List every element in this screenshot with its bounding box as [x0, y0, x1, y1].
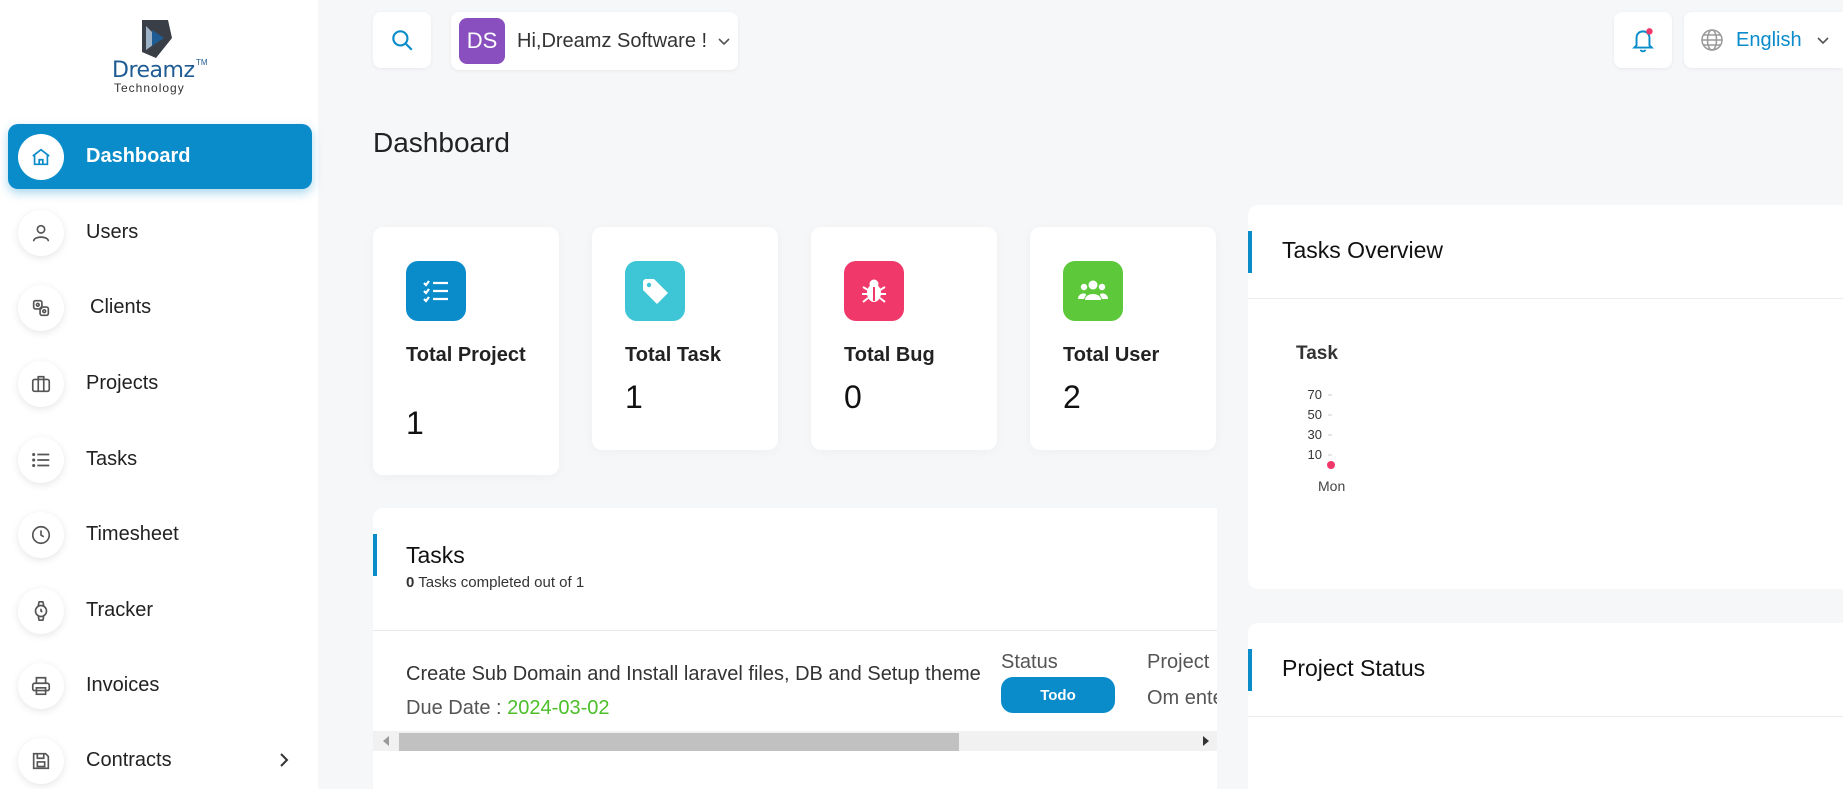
- notifications-button[interactable]: [1614, 12, 1672, 68]
- language-select[interactable]: English: [1684, 12, 1843, 68]
- bug-icon: [844, 261, 904, 321]
- tasks-summary: 0 Tasks completed out of 1: [406, 574, 584, 591]
- clock-icon: [18, 511, 64, 558]
- data-point[interactable]: [1327, 461, 1335, 469]
- y-axis-tick-label: 10: [1308, 447, 1322, 462]
- task-name[interactable]: Create Sub Domain and Install laravel fi…: [406, 663, 981, 686]
- globe-icon: [1701, 29, 1723, 51]
- scroll-right-arrow[interactable]: [1203, 736, 1209, 746]
- status-badge[interactable]: Todo: [1001, 677, 1115, 713]
- tasks-summary-text: Tasks completed out of 1: [418, 574, 585, 591]
- user-greeting: Hi,Dreamz Software !: [517, 29, 708, 52]
- sidebar-item-timesheet[interactable]: Timesheet: [8, 502, 312, 567]
- stat-value: 1: [406, 405, 424, 441]
- panel-accent: [1248, 649, 1252, 691]
- user-menu-button[interactable]: DS Hi,Dreamz Software !: [451, 12, 738, 70]
- tasks-panel: Tasks 0 Tasks completed out of 1 Create …: [373, 508, 1217, 789]
- stat-value: 0: [844, 379, 862, 415]
- watch-icon: [18, 587, 64, 634]
- sidebar-item-label: Tracker: [86, 599, 154, 621]
- user-icon: [18, 209, 64, 256]
- project-value: Om ente: [1147, 687, 1217, 709]
- tasks-completed-count: 0: [406, 574, 415, 591]
- divider: [1248, 298, 1843, 299]
- tasks-title: Tasks: [406, 542, 465, 568]
- tasks-overview-title: Tasks Overview: [1282, 237, 1444, 263]
- sidebar-item-label: Contracts: [86, 749, 172, 771]
- sidebar-item-label: Invoices: [86, 674, 160, 696]
- sidebar-item-label: Users: [86, 221, 139, 243]
- scrollbar-thumb[interactable]: [399, 733, 959, 751]
- tasks-overview-panel: Tasks Overview Task Mon 10 30 50 70: [1248, 205, 1843, 589]
- sidebar-item-label: Dashboard: [86, 145, 191, 167]
- sidebar-item-projects[interactable]: Projects: [8, 351, 312, 416]
- save-icon: [18, 737, 64, 784]
- bell-icon: [1632, 28, 1654, 53]
- sidebar-item-label: Clients: [90, 296, 152, 318]
- chart-svg: Task Mon 10 30 50 70: [1296, 343, 1345, 494]
- sidebar-item-label: Tasks: [86, 448, 138, 470]
- sidebar-item-dashboard[interactable]: Dashboard: [8, 124, 312, 189]
- brand-tm: TM: [196, 58, 208, 67]
- panel-accent: [373, 534, 377, 576]
- brand-tagline: Technology: [114, 81, 185, 95]
- sidebar-item-label: Timesheet: [86, 523, 179, 545]
- search-icon: [392, 30, 413, 51]
- checklist-icon: [406, 261, 466, 321]
- project-status-title: Project Status: [1282, 655, 1426, 681]
- stat-label: Total Project: [406, 344, 526, 366]
- horizontal-scrollbar[interactable]: [373, 731, 1217, 751]
- sidebar-item-tracker[interactable]: Tracker: [8, 578, 312, 643]
- sidebar: Dreamz TM Technology Dashboard Users Cli…: [0, 0, 318, 789]
- chart-title: Task: [1296, 343, 1338, 364]
- sidebar-item-users[interactable]: Users: [8, 200, 312, 265]
- stat-card-total-user[interactable]: Total User 2: [1030, 227, 1216, 450]
- logo-mark-icon: [142, 20, 172, 58]
- y-axis-tick-label: 50: [1308, 407, 1322, 422]
- sidebar-item-label: Projects: [86, 372, 159, 394]
- home-icon: [18, 133, 64, 180]
- stat-value: 2: [1063, 379, 1081, 415]
- tasks-chart: Task Mon 10 30 50 70: [1288, 335, 1438, 494]
- stat-card-total-project[interactable]: Total Project 1: [373, 227, 559, 475]
- sidebar-item-tasks[interactable]: Tasks: [8, 427, 312, 492]
- table-row[interactable]: Create Sub Domain and Install laravel fi…: [373, 631, 1217, 739]
- y-axis-tick-label: 30: [1308, 427, 1322, 442]
- avatar: DS: [459, 18, 505, 64]
- due-date-label: Due Date :: [406, 697, 502, 719]
- stat-label: Total Bug: [844, 344, 935, 366]
- clients-icon: [18, 284, 64, 331]
- stat-card-total-bug[interactable]: Total Bug 0: [811, 227, 997, 450]
- chevron-down-icon: [1817, 37, 1829, 45]
- chevron-right-icon[interactable]: [274, 750, 294, 770]
- stat-value: 1: [625, 379, 643, 415]
- briefcase-icon: [18, 360, 64, 407]
- sidebar-item-clients[interactable]: Clients: [8, 275, 312, 340]
- stat-label: Total User: [1063, 344, 1160, 366]
- brand-logo[interactable]: Dreamz TM Technology: [112, 18, 222, 96]
- users-icon: [1063, 261, 1123, 321]
- printer-icon: [18, 662, 64, 709]
- x-axis-tick-label: Mon: [1318, 478, 1345, 494]
- due-date-value: 2024-03-02: [507, 697, 610, 719]
- divider: [1248, 716, 1843, 717]
- status-header: Status: [1001, 651, 1058, 673]
- y-axis-tick-label: 70: [1308, 387, 1322, 402]
- scroll-left-arrow[interactable]: [383, 736, 389, 746]
- task-due-date: Due Date : 2024-03-02: [406, 697, 609, 720]
- stat-label: Total Task: [625, 344, 721, 366]
- tag-icon: [625, 261, 685, 321]
- chevron-down-icon: [718, 38, 730, 46]
- brand-name: Dreamz: [112, 58, 195, 83]
- language-label: English: [1736, 28, 1802, 51]
- stat-card-total-task[interactable]: Total Task 1: [592, 227, 778, 450]
- sidebar-item-invoices[interactable]: Invoices: [8, 653, 312, 718]
- project-status-panel: Project Status: [1248, 623, 1843, 789]
- page-title: Dashboard: [373, 127, 510, 158]
- project-header: Project: [1147, 651, 1210, 673]
- search-button[interactable]: [373, 12, 431, 68]
- list-icon: [18, 436, 64, 483]
- sidebar-item-contracts[interactable]: Contracts: [8, 728, 312, 789]
- panel-accent: [1248, 231, 1252, 273]
